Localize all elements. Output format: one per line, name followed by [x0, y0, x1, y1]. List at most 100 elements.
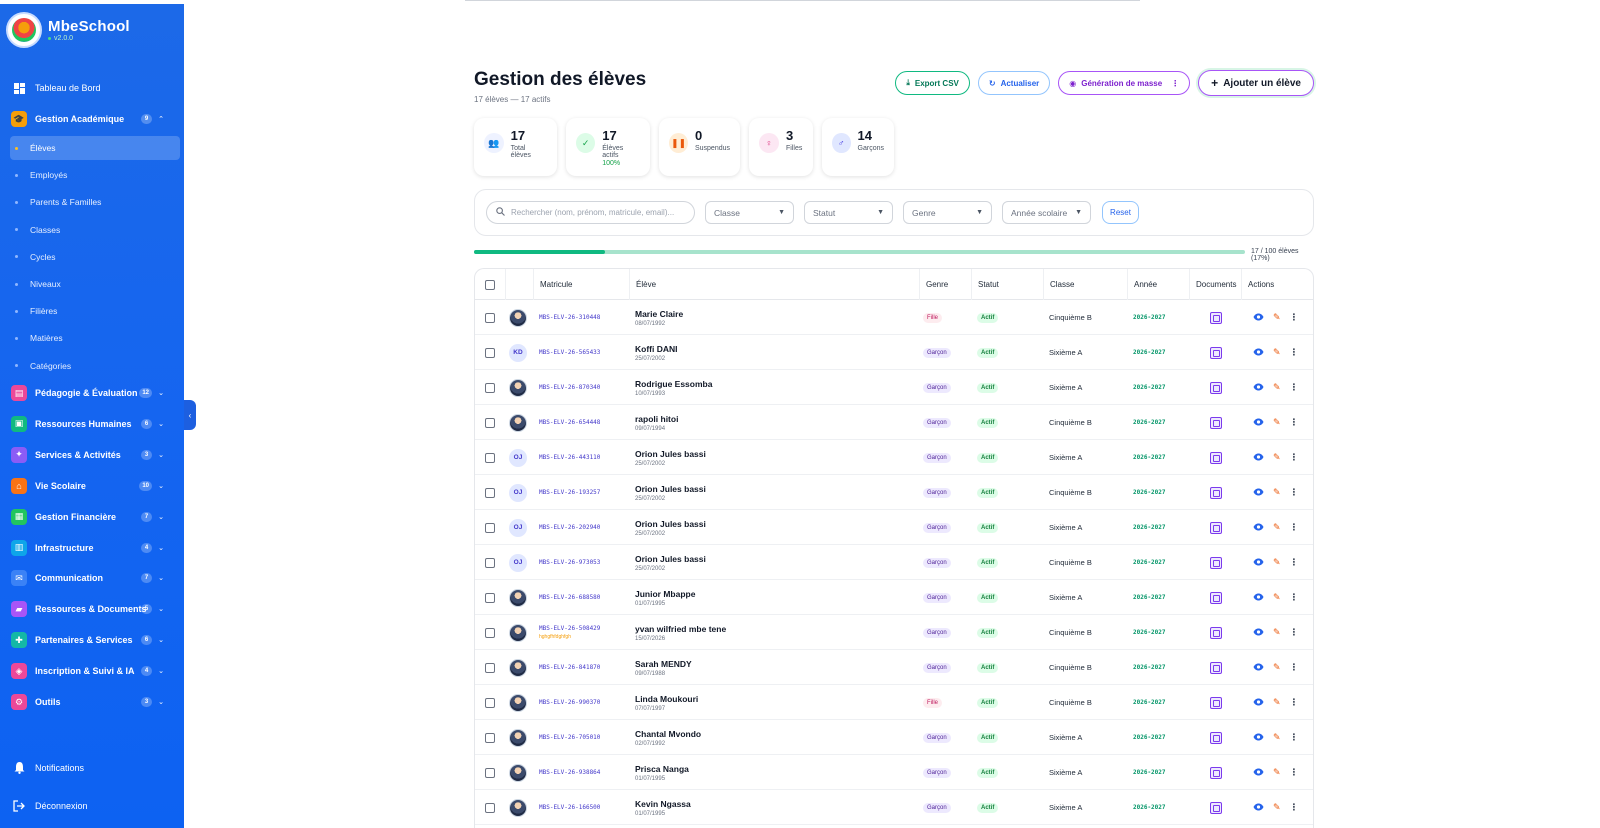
edit-pencil-icon[interactable]: ✎: [1273, 732, 1281, 743]
student-name[interactable]: Marie Claire: [635, 309, 683, 319]
student-name[interactable]: Linda Moukouri: [635, 694, 698, 704]
table-row[interactable]: MBS-ELV-26-688580 Junior Mbappe 01/07/1995…: [475, 580, 1313, 615]
row-checkbox[interactable]: [485, 685, 495, 720]
sidebar-group[interactable]: ▦ Gestion Financière 7 ⌄: [8, 505, 180, 529]
col-classe[interactable]: Classe: [1043, 269, 1127, 300]
edit-pencil-icon[interactable]: ✎: [1273, 347, 1281, 358]
edit-pencil-icon[interactable]: ✎: [1273, 662, 1281, 673]
edit-pencil-icon[interactable]: ✎: [1273, 312, 1281, 323]
edit-pencil-icon[interactable]: ✎: [1273, 767, 1281, 778]
col-statut[interactable]: Statut: [971, 269, 1043, 300]
student-name[interactable]: Orion Jules bassi: [635, 519, 706, 529]
matricule[interactable]: MBS-ELV-26-688580: [539, 594, 600, 601]
student-name[interactable]: Orion Jules bassi: [635, 484, 706, 494]
brand[interactable]: MbeSchool v2.0.0: [6, 12, 130, 48]
sidebar-item-sub[interactable]: Matières: [10, 326, 180, 350]
view-eye-icon[interactable]: [1253, 803, 1264, 813]
sidebar-group[interactable]: ▥ Infrastructure 4 ⌄: [8, 536, 180, 560]
matricule[interactable]: MBS-ELV-26-841870: [539, 664, 600, 671]
table-row[interactable]: OJ MBS-ELV-26-973053 Orion Jules bassi 25/0…: [475, 545, 1313, 580]
refresh-button[interactable]: ↻ Actualiser: [977, 71, 1051, 95]
row-checkbox[interactable]: [485, 335, 495, 370]
edit-pencil-icon[interactable]: ✎: [1273, 627, 1281, 638]
reset-button[interactable]: Reset: [1102, 201, 1139, 224]
student-name[interactable]: Sarah MENDY: [635, 659, 692, 669]
edit-pencil-icon[interactable]: ✎: [1273, 487, 1281, 498]
edit-pencil-icon[interactable]: ✎: [1273, 802, 1281, 813]
document-icon[interactable]: [1210, 626, 1222, 639]
view-eye-icon[interactable]: [1253, 348, 1264, 358]
edit-pencil-icon[interactable]: ✎: [1273, 417, 1281, 428]
row-checkbox[interactable]: [485, 650, 495, 685]
student-name[interactable]: Rodrigue Essomba: [635, 379, 712, 389]
sidebar-group[interactable]: ⚙ Outils 3 ⌄: [8, 690, 180, 714]
document-icon[interactable]: [1210, 696, 1222, 709]
more-vertical-icon[interactable]: ⋮: [1290, 802, 1299, 813]
view-eye-icon[interactable]: [1253, 523, 1264, 533]
document-icon[interactable]: [1210, 801, 1222, 814]
view-eye-icon[interactable]: [1253, 558, 1264, 568]
table-row[interactable]: OJ MBS-ELV-26-202940 Orion Jules bassi 25/0…: [475, 510, 1313, 545]
view-eye-icon[interactable]: [1253, 593, 1264, 603]
col-eleve[interactable]: Élève: [629, 269, 919, 300]
view-eye-icon[interactable]: [1253, 383, 1264, 393]
table-row[interactable]: MBS-ELV-26-166500 Kevin Ngassa 01/07/1995 G…: [475, 790, 1313, 825]
sidebar-item-sub[interactable]: Classes: [10, 218, 180, 242]
select-all-checkbox[interactable]: [475, 269, 505, 300]
table-row[interactable]: MBS-ELV-26-705010 Chantal Mvondo 02/07/199…: [475, 720, 1313, 755]
edit-pencil-icon[interactable]: ✎: [1273, 557, 1281, 568]
matricule[interactable]: MBS-ELV-26-166500: [539, 804, 600, 811]
genre-select[interactable]: Genre ▼: [903, 201, 992, 224]
document-icon[interactable]: [1210, 346, 1222, 359]
student-name[interactable]: Kevin Ngassa: [635, 799, 691, 809]
sidebar-item-logout[interactable]: Déconnexion: [8, 794, 180, 818]
view-eye-icon[interactable]: [1253, 628, 1264, 638]
student-name[interactable]: Prisca Nanga: [635, 764, 689, 774]
sidebar-item-dashboard[interactable]: Tableau de Bord: [8, 76, 180, 100]
matricule[interactable]: MBS-ELV-26-973053: [539, 559, 600, 566]
more-vertical-icon[interactable]: ⋮: [1290, 732, 1299, 743]
edit-pencil-icon[interactable]: ✎: [1273, 697, 1281, 708]
table-row[interactable]: MBS-ELV-26-508429 hghgfhfdghfgh yvan wilfr…: [475, 615, 1313, 650]
sidebar-group[interactable]: ▰ Ressources & Documents 5 ⌄: [8, 597, 180, 621]
more-vertical-icon[interactable]: ⋮: [1290, 767, 1299, 778]
more-vertical-icon[interactable]: ⋮: [1290, 697, 1299, 708]
more-vertical-icon[interactable]: ⋮: [1290, 592, 1299, 603]
col-genre[interactable]: Genre: [919, 269, 971, 300]
document-icon[interactable]: [1210, 731, 1222, 744]
row-checkbox[interactable]: [485, 790, 495, 825]
more-vertical-icon[interactable]: ⋮: [1290, 662, 1299, 673]
student-name[interactable]: yvan wilfried mbe tene: [635, 624, 726, 634]
export-csv-button[interactable]: ⤓ Export CSV: [895, 71, 970, 95]
view-eye-icon[interactable]: [1253, 698, 1264, 708]
row-checkbox[interactable]: [485, 580, 495, 615]
document-icon[interactable]: [1210, 416, 1222, 429]
sidebar-group[interactable]: ◈ Inscription & Suivi & IA 4 ⌄: [8, 659, 180, 683]
table-row[interactable]: MBS-ELV-26-990370 Linda Moukouri 07/07/199…: [475, 685, 1313, 720]
edit-pencil-icon[interactable]: ✎: [1273, 522, 1281, 533]
sidebar-group[interactable]: ⌂ Vie Scolaire 10 ⌄: [8, 474, 180, 498]
student-name[interactable]: Orion Jules bassi: [635, 449, 706, 459]
search-input[interactable]: Rechercher (nom, prénom, matricule, emai…: [486, 201, 695, 224]
more-vertical-icon[interactable]: ⋮: [1290, 522, 1299, 533]
edit-pencil-icon[interactable]: ✎: [1273, 452, 1281, 463]
row-checkbox[interactable]: [485, 440, 495, 475]
row-checkbox[interactable]: [485, 615, 495, 650]
view-eye-icon[interactable]: [1253, 733, 1264, 743]
collapse-sidebar-button[interactable]: ‹: [184, 400, 196, 430]
matricule[interactable]: MBS-ELV-26-193257: [539, 489, 600, 496]
sidebar-item-eleves[interactable]: Élèves: [10, 136, 180, 160]
mass-generation-button[interactable]: ◉ Génération de masse ⋮: [1058, 71, 1191, 95]
matricule[interactable]: MBS-ELV-26-654448: [539, 419, 600, 426]
matricule[interactable]: MBS-ELV-26-705010: [539, 734, 600, 741]
row-checkbox[interactable]: [485, 755, 495, 790]
view-eye-icon[interactable]: [1253, 488, 1264, 498]
table-row[interactable]: MBS-ELV-26-654448 rapoli hitoi 09/07/1994 G…: [475, 405, 1313, 440]
document-icon[interactable]: [1210, 381, 1222, 394]
col-matricule[interactable]: Matricule: [533, 269, 629, 300]
sidebar-item-sub[interactable]: Parents & Familles: [10, 190, 180, 214]
sidebar-item-sub[interactable]: Niveaux: [10, 272, 180, 296]
edit-pencil-icon[interactable]: ✎: [1273, 592, 1281, 603]
statut-select[interactable]: Statut ▼: [804, 201, 893, 224]
student-name[interactable]: Orion Jules bassi: [635, 554, 706, 564]
